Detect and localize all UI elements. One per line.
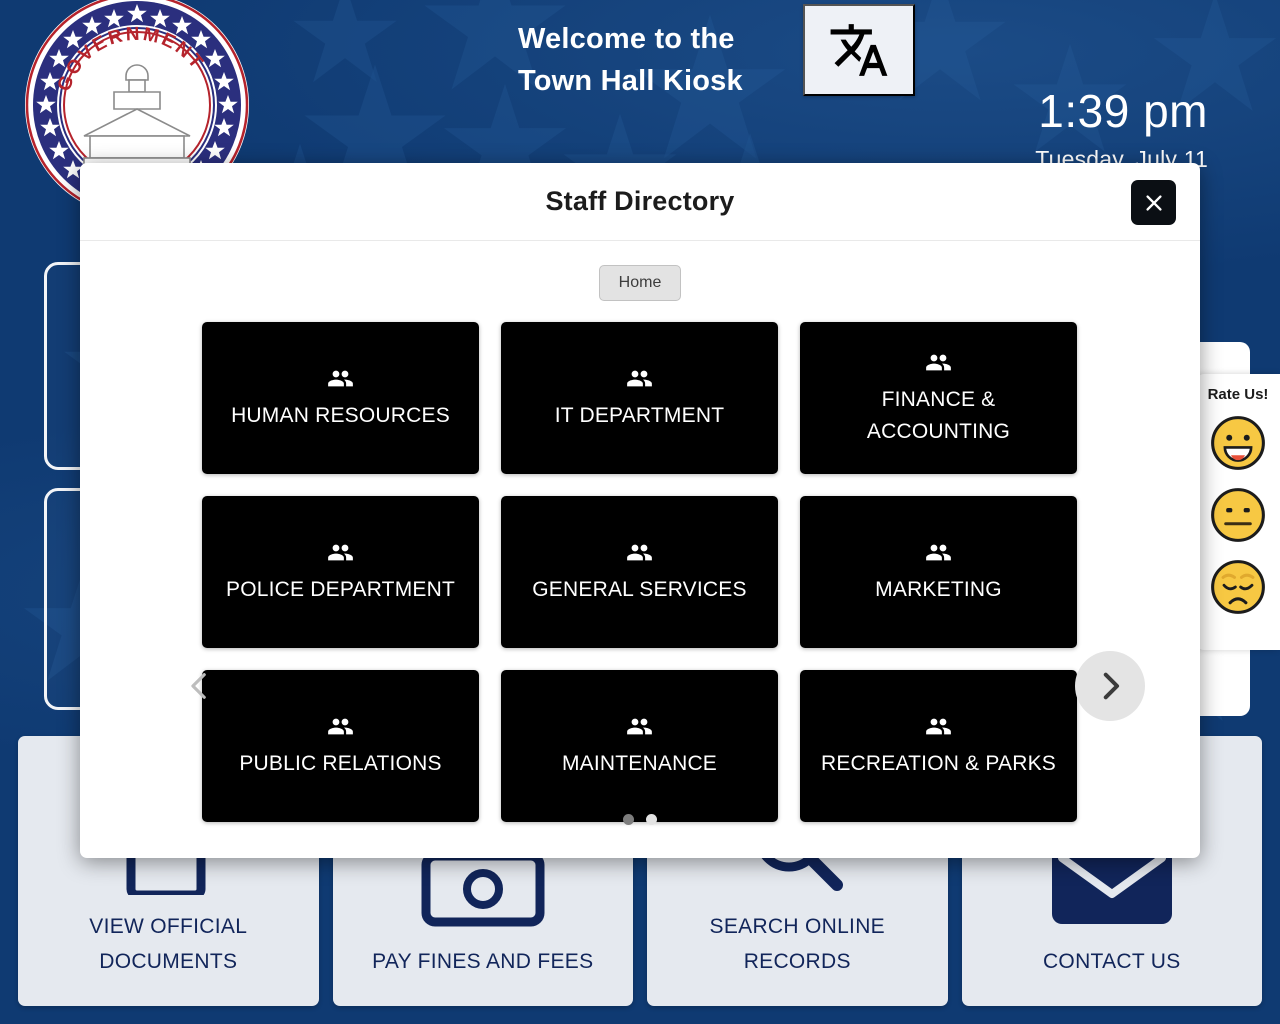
modal-header: Staff Directory bbox=[80, 163, 1200, 241]
modal-body: Home HUMAN RESOURCES IT DEPARTMENT FINANCE… bbox=[80, 241, 1200, 858]
carousel-dot[interactable] bbox=[646, 814, 657, 825]
nav-card-label: CONTACT US bbox=[1042, 950, 1181, 974]
department-tile[interactable]: POLICE DEPARTMENT bbox=[202, 496, 479, 648]
close-button[interactable] bbox=[1131, 180, 1176, 225]
people-group-icon bbox=[328, 718, 353, 735]
people-group-icon bbox=[327, 713, 354, 740]
kiosk-header: GOVERNMENT Welcome to the Town Hall Kios… bbox=[0, 0, 1280, 217]
department-tile-label: RECREATION & PARKS bbox=[820, 751, 1057, 775]
carousel-dot[interactable] bbox=[623, 814, 634, 825]
department-tile[interactable]: MARKETING bbox=[800, 496, 1077, 648]
department-tile-label: MAINTENANCE bbox=[561, 751, 718, 775]
department-tile[interactable]: RECREATION & PARKS bbox=[800, 670, 1077, 822]
current-time: 1:39 pm bbox=[1038, 85, 1208, 137]
happy-face-icon[interactable] bbox=[1210, 415, 1266, 471]
people-group-icon bbox=[926, 544, 951, 561]
department-tile-label: MARKETING bbox=[875, 577, 1002, 601]
people-group-icon bbox=[328, 544, 353, 561]
people-group-icon bbox=[626, 713, 653, 740]
department-tile-label: HUMAN RESOURCES bbox=[231, 403, 450, 427]
welcome-message: Welcome to the Town Hall Kiosk bbox=[518, 18, 798, 102]
department-tile[interactable]: MAINTENANCE bbox=[501, 670, 778, 822]
welcome-line-1: Welcome to the bbox=[518, 23, 735, 55]
people-group-icon bbox=[328, 370, 353, 387]
department-tile[interactable]: PUBLIC RELATIONS bbox=[202, 670, 479, 822]
chevron-left-icon bbox=[191, 673, 206, 699]
rate-us-panel: Rate Us! bbox=[1196, 374, 1280, 650]
department-tile-grid: HUMAN RESOURCES IT DEPARTMENT FINANCE & AC… bbox=[202, 322, 1078, 822]
people-group-icon bbox=[925, 713, 952, 740]
neutral-face-icon[interactable] bbox=[1210, 487, 1266, 543]
people-group-icon bbox=[926, 354, 951, 371]
department-tile[interactable]: GENERAL SERVICES bbox=[501, 496, 778, 648]
carousel-next-button[interactable] bbox=[1075, 651, 1145, 721]
nav-card-label: VIEW OFFICIAL DOCUMENTS bbox=[89, 914, 248, 974]
department-tile-label: GENERAL SERVICES bbox=[532, 577, 747, 601]
clock-widget: 1:39 pm Tuesday, July 11 bbox=[1035, 88, 1208, 173]
carousel-prev-button[interactable] bbox=[165, 651, 235, 721]
people-group-icon bbox=[626, 365, 653, 392]
department-tile[interactable]: HUMAN RESOURCES bbox=[202, 322, 479, 474]
chevron-right-icon bbox=[1103, 672, 1120, 700]
people-group-icon bbox=[925, 539, 952, 566]
welcome-line-2: Town Hall Kiosk bbox=[518, 65, 743, 98]
nav-card-label: PAY FINES AND FEES bbox=[372, 950, 594, 974]
department-tile-label: PUBLIC RELATIONS bbox=[239, 751, 442, 775]
close-icon bbox=[1145, 194, 1162, 211]
people-group-icon bbox=[327, 365, 354, 392]
nav-card-label: SEARCH ONLINE RECORDS bbox=[709, 914, 885, 974]
rate-us-title: Rate Us! bbox=[1207, 386, 1269, 403]
translate-icon bbox=[830, 24, 888, 76]
department-tile-label: IT DEPARTMENT bbox=[554, 403, 725, 427]
modal-title: Staff Directory bbox=[545, 186, 735, 216]
department-tile[interactable]: FINANCE & ACCOUNTING bbox=[800, 322, 1077, 474]
breadcrumb-home-button[interactable]: Home bbox=[598, 265, 682, 301]
people-group-icon bbox=[626, 539, 653, 566]
sad-face-icon[interactable] bbox=[1210, 559, 1266, 615]
department-tile[interactable]: IT DEPARTMENT bbox=[501, 322, 778, 474]
people-group-icon bbox=[627, 370, 652, 387]
people-group-icon bbox=[627, 718, 652, 735]
carousel-pagination-dots bbox=[80, 814, 1200, 825]
people-group-icon bbox=[926, 718, 951, 735]
people-group-icon bbox=[925, 349, 952, 376]
people-group-icon bbox=[327, 539, 354, 566]
department-tile-label: POLICE DEPARTMENT bbox=[226, 577, 455, 601]
people-group-icon bbox=[627, 544, 652, 561]
staff-directory-modal: Staff Directory Home HUMAN RESOURCES IT D… bbox=[80, 163, 1200, 858]
department-tile-label: FINANCE & ACCOUNTING bbox=[866, 388, 1011, 443]
translate-button[interactable] bbox=[803, 4, 915, 96]
